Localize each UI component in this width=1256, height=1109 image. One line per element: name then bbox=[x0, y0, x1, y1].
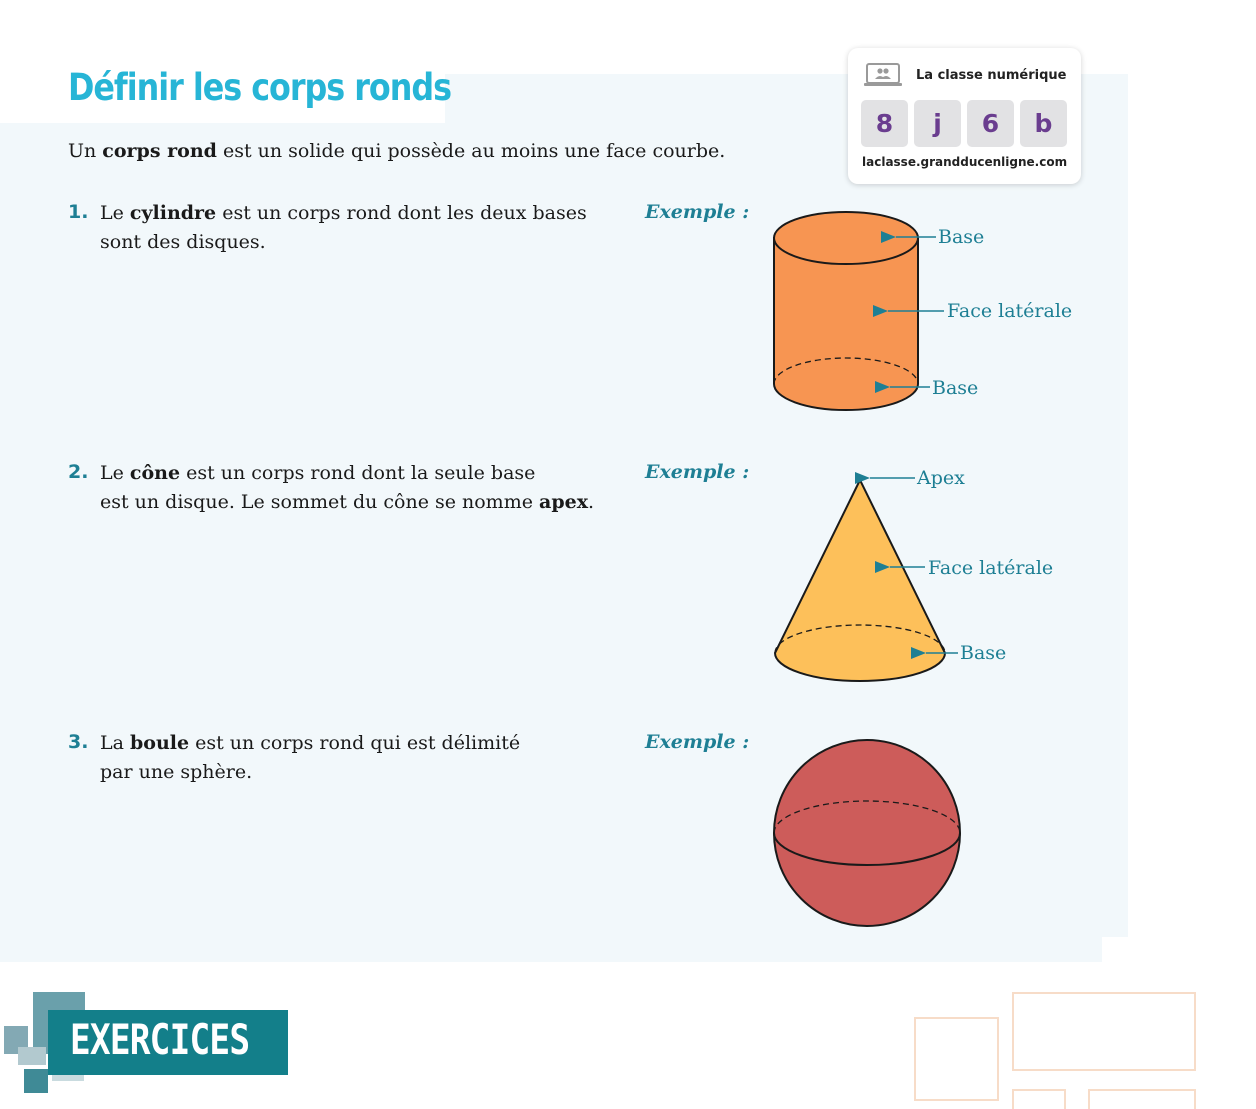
panel-corner-notch bbox=[1102, 937, 1128, 962]
cylinder-top-base bbox=[773, 211, 919, 265]
term-apex: apex bbox=[539, 491, 589, 513]
exemple-label: Exemple : bbox=[645, 201, 750, 223]
definition-boule: La boule est un corps rond qui est délim… bbox=[100, 732, 521, 783]
access-code: 8 j 6 b bbox=[861, 100, 1067, 147]
exercices-banner[interactable]: EXERCICES bbox=[0, 985, 300, 1109]
exemple-label: Exemple : bbox=[645, 731, 750, 753]
badge-url[interactable]: laclasse.grandducenligne.com bbox=[862, 155, 1067, 169]
exemple-label: Exemple : bbox=[645, 461, 750, 483]
code-char: 8 bbox=[861, 100, 908, 147]
intro-text: Un corps rond est un solide qui possède … bbox=[68, 140, 726, 162]
page-title: Définir les corps ronds bbox=[68, 66, 452, 109]
screen-users-icon bbox=[864, 63, 902, 86]
definition-cone: Le cône est un corps rond dont la seule … bbox=[100, 462, 595, 513]
badge-header: La classe numérique bbox=[864, 62, 1066, 88]
label-base-bottom: Base bbox=[932, 377, 978, 399]
intro-bold-term: corps rond bbox=[102, 140, 217, 162]
sphere-figure bbox=[773, 739, 961, 927]
item-number: 2. bbox=[68, 461, 89, 483]
item-number: 3. bbox=[68, 731, 89, 753]
item-number: 1. bbox=[68, 201, 89, 223]
definition-cylindre: Le cylindre est un corps rond dont les d… bbox=[100, 202, 587, 253]
term-cylindre: cylindre bbox=[129, 202, 217, 224]
label-face-laterale: Face latérale bbox=[928, 557, 1053, 579]
label-apex: Apex bbox=[916, 467, 965, 489]
cone-figure: Apex Face latérale Base bbox=[773, 467, 1053, 682]
label-base-top: Base bbox=[938, 226, 984, 248]
label-base: Base bbox=[960, 642, 1006, 664]
label-face-laterale: Face latérale bbox=[947, 300, 1072, 322]
term-cone: cône bbox=[129, 462, 181, 484]
classe-numerique-badge[interactable]: La classe numérique 8 j 6 b laclasse.gra… bbox=[848, 48, 1081, 184]
term-boule: boule bbox=[129, 732, 190, 754]
code-char: b bbox=[1020, 100, 1067, 147]
badge-title: La classe numérique bbox=[916, 67, 1067, 83]
sphere-body bbox=[773, 739, 961, 927]
exercices-title: EXERCICES bbox=[70, 1015, 250, 1064]
cylinder-figure: Base Face latérale Base bbox=[773, 211, 1072, 411]
cone-body bbox=[773, 477, 947, 682]
code-char: 6 bbox=[967, 100, 1014, 147]
decorative-outline-boxes bbox=[914, 992, 1196, 1109]
code-char: j bbox=[914, 100, 961, 147]
